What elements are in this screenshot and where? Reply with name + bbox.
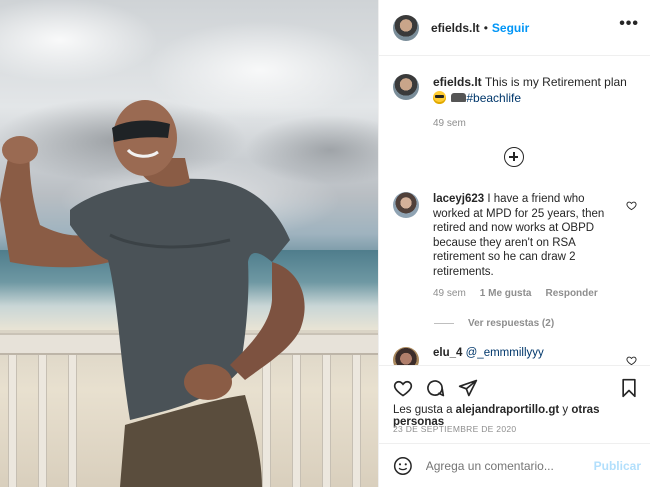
caption-hashtag[interactable]: #beachlife: [466, 91, 521, 105]
sunglasses-emoji-icon: [433, 91, 446, 104]
replies-divider: [434, 323, 454, 324]
view-replies-button[interactable]: Ver respuestas (2): [434, 318, 554, 329]
comment-input[interactable]: [425, 458, 594, 473]
comment-composer: Publicar: [379, 443, 650, 487]
publish-button[interactable]: Publicar: [594, 459, 641, 473]
likes-middle: y: [562, 404, 569, 416]
instagram-post: efields.lt • Seguir ••• efields.lt This …: [0, 0, 650, 487]
load-more-comments-icon[interactable]: [504, 147, 524, 167]
car-emoji-icon: [451, 93, 467, 102]
caption-time[interactable]: 49 sem: [433, 116, 633, 132]
comment-icon[interactable]: [425, 378, 445, 398]
post-caption: efields.lt This is my Retirement plan #b…: [393, 74, 633, 132]
author-username[interactable]: efields.lt: [431, 21, 480, 35]
comment-time[interactable]: 49 sem: [433, 287, 466, 302]
comment-body: elu_4 @_emmmillyyy: [433, 347, 544, 365]
man-flexing: [0, 100, 305, 487]
view-replies-label: Ver respuestas (2): [468, 318, 555, 329]
comment-username[interactable]: laceyj623: [433, 193, 484, 205]
post-actions: Les gusta a alejandraportillo.gt y otras…: [379, 365, 650, 443]
comment-like-heart-icon[interactable]: [626, 355, 637, 365]
comments-section: efields.lt This is my Retirement plan #b…: [379, 57, 650, 365]
comment-like-heart-icon[interactable]: [626, 200, 637, 211]
reply-button[interactable]: Responder: [545, 287, 597, 302]
bookmark-icon[interactable]: [619, 378, 639, 398]
more-options-icon[interactable]: •••: [619, 16, 639, 32]
caption-text: This is my Retirement plan: [484, 75, 627, 89]
follow-button[interactable]: Seguir: [492, 21, 529, 35]
heart-icon[interactable]: [393, 378, 413, 398]
comment-meta: 49 sem 1 Me gusta Responder: [433, 287, 613, 302]
post-header: efields.lt • Seguir •••: [379, 0, 650, 56]
caption-avatar[interactable]: [393, 74, 419, 100]
comment-avatar[interactable]: [393, 347, 419, 365]
comment-text: I have a friend who worked at MPD for 25…: [433, 193, 605, 278]
post-side-panel: efields.lt • Seguir ••• efields.lt This …: [378, 0, 650, 487]
comment-mention[interactable]: @_emmmillyyy: [466, 347, 544, 359]
emoji-icon[interactable]: [393, 456, 413, 476]
caption-username[interactable]: efields.lt: [433, 75, 482, 89]
comment: laceyj623 I have a friend who worked at …: [393, 192, 613, 302]
author-avatar[interactable]: [393, 14, 419, 41]
likes-user[interactable]: alejandraportillo.gt: [456, 404, 560, 416]
separator-dot: •: [483, 20, 488, 35]
comment: elu_4 @_emmmillyyy: [393, 347, 544, 365]
likes-prefix: Les gusta a: [393, 404, 453, 416]
comment-likes[interactable]: 1 Me gusta: [480, 287, 532, 302]
share-icon[interactable]: [458, 378, 478, 398]
caption-body: efields.lt This is my Retirement plan #b…: [433, 74, 633, 132]
comment-avatar[interactable]: [393, 192, 419, 218]
comment-username[interactable]: elu_4: [433, 347, 462, 359]
comment-body: laceyj623 I have a friend who worked at …: [433, 192, 613, 302]
post-date[interactable]: 23 DE SEPTIEMBRE DE 2020: [393, 424, 516, 434]
post-photo[interactable]: [0, 0, 378, 487]
